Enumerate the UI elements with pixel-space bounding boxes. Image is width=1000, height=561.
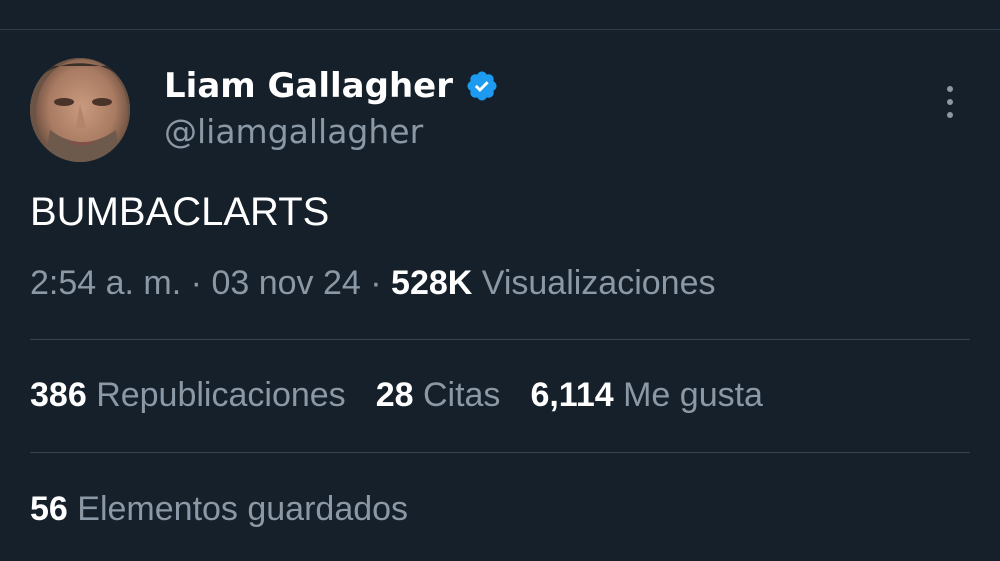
avatar[interactable] <box>30 58 130 162</box>
more-dot <box>947 99 953 105</box>
engagement-stats: 386 Republicaciones 28 Citas 6,114 Me gu… <box>30 376 763 415</box>
likes-stat[interactable]: 6,114 Me gusta <box>530 376 763 415</box>
avatar-photo-icon <box>30 58 130 162</box>
views-label: Visualizaciones <box>481 264 716 302</box>
meta-separator: · <box>370 264 382 302</box>
quotes-label: Citas <box>422 376 501 414</box>
divider <box>30 452 970 453</box>
likes-count: 6,114 <box>530 376 614 414</box>
divider <box>30 339 970 340</box>
more-dot <box>947 86 953 92</box>
tweet-detail-view: Liam Gallagher @liamgallagher BUMBACLART… <box>0 0 1000 561</box>
reposts-stat[interactable]: 386 Republicaciones <box>30 376 346 415</box>
bookmarks-stat[interactable]: 56 Elementos guardados <box>30 490 408 529</box>
likes-label: Me gusta <box>623 376 763 414</box>
author-handle[interactable]: @liamgallagher <box>164 112 423 151</box>
tweet-meta: 2:54 a. m. · 03 nov 24 · 528K Visualizac… <box>30 264 716 303</box>
quotes-stat[interactable]: 28 Citas <box>376 376 501 415</box>
author-display-name[interactable]: Liam Gallagher <box>164 66 453 106</box>
tweet-text: BUMBACLARTS <box>30 190 330 234</box>
bookmarks-count: 56 <box>30 490 68 528</box>
reposts-label: Republicaciones <box>96 376 346 414</box>
bookmarks-label: Elementos guardados <box>77 490 409 528</box>
tweet-date[interactable]: 03 nov 24 <box>211 264 360 302</box>
views-count: 528K <box>391 264 473 302</box>
tweet-header: Liam Gallagher @liamgallagher <box>30 58 970 164</box>
name-row: Liam Gallagher <box>164 64 499 108</box>
verified-badge-icon[interactable] <box>465 69 499 103</box>
reposts-count: 386 <box>30 376 87 414</box>
more-options-icon[interactable] <box>930 82 970 122</box>
quotes-count: 28 <box>375 376 414 414</box>
more-dot <box>947 112 953 118</box>
meta-separator: · <box>190 264 202 302</box>
top-divider <box>0 29 1000 30</box>
tweet-time[interactable]: 2:54 a. m. <box>30 264 181 302</box>
